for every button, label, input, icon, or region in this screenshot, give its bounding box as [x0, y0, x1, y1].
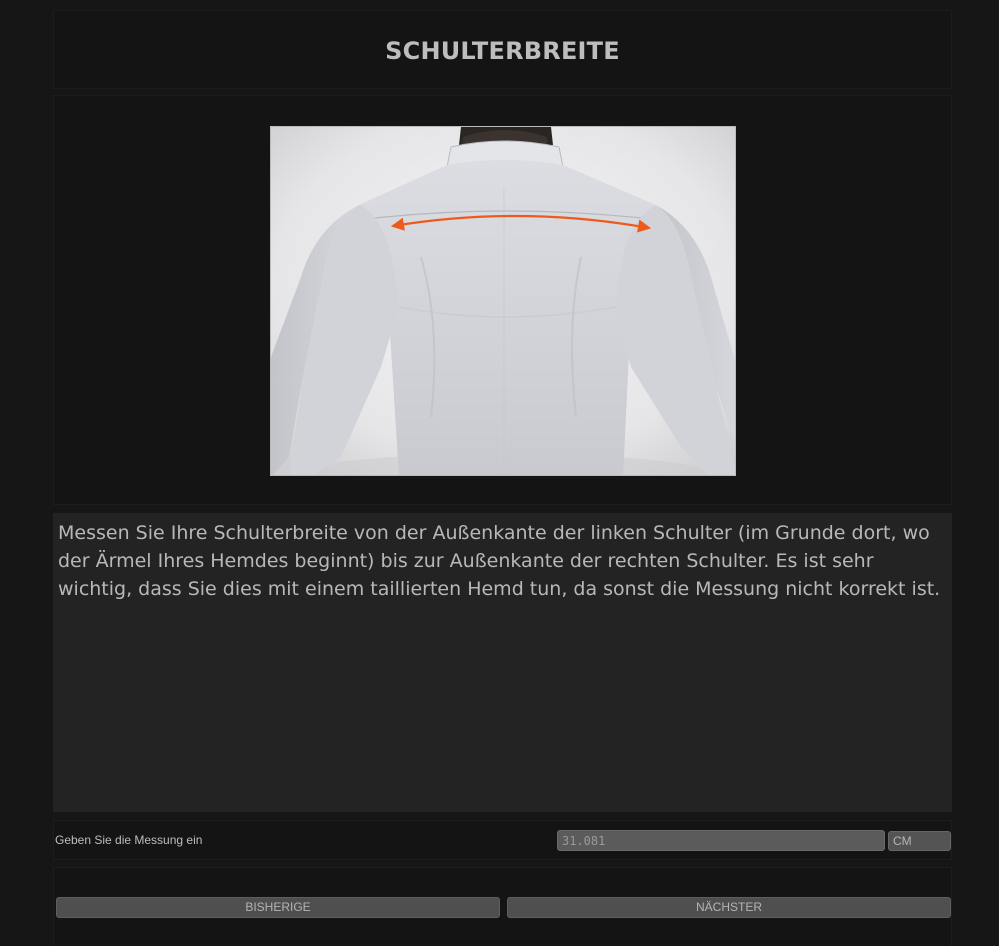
unit-select[interactable]: CM [888, 831, 951, 851]
measurement-input-panel: Geben Sie die Messung ein CM [53, 820, 952, 860]
navigation-panel: BISHERIGE NÄCHSTER [53, 867, 952, 946]
description-panel: Messen Sie Ihre Schulterbreite von der A… [53, 513, 952, 812]
measurement-instructions: Messen Sie Ihre Schulterbreite von der A… [58, 522, 941, 600]
shoulder-measurement-photo [270, 126, 736, 476]
previous-button[interactable]: BISHERIGE [56, 897, 500, 918]
header-panel: SCHULTERBREITE [53, 10, 952, 89]
next-button[interactable]: NÄCHSTER [507, 897, 951, 918]
measurement-input[interactable] [557, 830, 885, 851]
page-title: SCHULTERBREITE [385, 37, 620, 65]
measurement-wizard: SCHULTERBREITE Messen Sie Ihre Schulterb… [0, 0, 999, 946]
image-panel [53, 95, 952, 505]
measurement-label: Geben Sie die Messung ein [55, 833, 203, 847]
